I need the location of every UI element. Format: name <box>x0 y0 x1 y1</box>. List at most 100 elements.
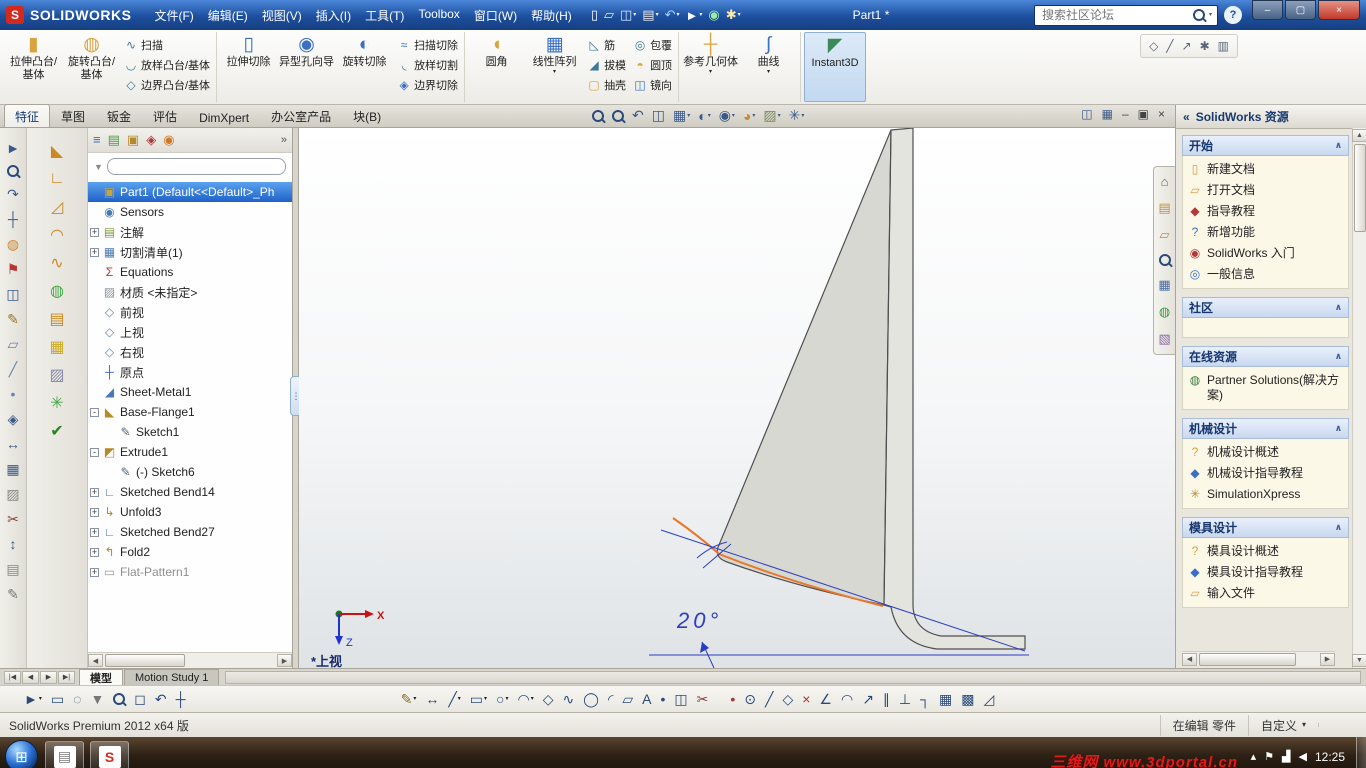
circle-icon[interactable]: ○ ▾ <box>496 691 508 707</box>
hem-icon[interactable]: ◠ <box>45 224 69 245</box>
print-icon[interactable]: ▤ ▾ <box>642 7 658 23</box>
clock[interactable]: 12:25 <box>1315 750 1345 764</box>
scrollbar-thumb[interactable] <box>1199 652 1296 666</box>
point-icon[interactable]: • <box>660 691 665 707</box>
scroll-up-icon[interactable]: ▲ <box>1352 129 1366 142</box>
prev-tab-button[interactable]: ◀ <box>22 670 39 684</box>
tree-expand-toggle[interactable]: + <box>90 507 99 517</box>
section-view-icon[interactable]: ◫ <box>652 107 665 124</box>
rotate-view-icon[interactable]: ↷ <box>7 186 19 202</box>
shell-button[interactable]: ▢ 抽壳 <box>584 75 629 94</box>
configurationmanager-tab-icon[interactable]: ▣ <box>127 132 139 148</box>
model-tab[interactable]: 模型 <box>79 669 123 685</box>
resize-grip[interactable] <box>1318 723 1357 727</box>
mirror-button[interactable]: ◫ 镜向 <box>630 75 675 94</box>
design-library-tab-icon[interactable]: ▤ <box>1158 200 1170 216</box>
scrollbar-thumb[interactable] <box>1353 144 1366 232</box>
reference-geometry-button[interactable]: ┼ 参考几何体 ▾ <box>682 32 739 102</box>
lofted-bend-icon[interactable]: ◍ <box>45 280 69 301</box>
snap-tangent-icon[interactable]: ↗ <box>1182 39 1192 53</box>
collapse-section-icon[interactable]: ∧ <box>1335 423 1342 434</box>
rip-icon[interactable]: ▤ <box>45 308 69 329</box>
selection-filter-icon[interactable]: ▼ <box>90 691 104 707</box>
tabs-overflow-icon[interactable]: » <box>281 134 287 146</box>
undo-icon[interactable]: ↶ ▾ <box>665 7 680 23</box>
pan-icon[interactable]: ┼ <box>176 691 186 707</box>
mold-design-tutorial-link[interactable]: ◆ 模具设计指导教程 <box>1185 562 1346 583</box>
tree-horizontal-scrollbar[interactable]: ◀ ▶ <box>88 652 292 668</box>
box-select-icon[interactable]: ▭ <box>51 691 64 708</box>
tree-item-right-plane[interactable]: ◇ 右视 <box>88 342 292 362</box>
tree-item-material[interactable]: ▨ 材质 <未指定> <box>88 282 292 302</box>
point-icon[interactable]: • <box>11 386 16 402</box>
arc-snap-icon[interactable]: ◠ <box>841 691 853 708</box>
doc-restore-icon[interactable]: ▣ <box>1138 107 1149 121</box>
extrude-boss-button[interactable]: ▮ 拉伸凸台/基体 <box>5 32 62 102</box>
point-snap-icon[interactable]: • <box>730 691 735 707</box>
viewport-split-icon[interactable]: ◫ <box>1081 107 1092 121</box>
tree-item-base-flange[interactable]: - ◣ Base-Flange1 <box>88 402 292 422</box>
vent-icon[interactable]: ✳ <box>45 392 69 413</box>
machine-design-overview-link[interactable]: ? 机械设计概述 <box>1185 442 1346 463</box>
sketch-icon[interactable]: ✎ ▾ <box>401 691 417 708</box>
miter-flange-icon[interactable]: ◿ <box>45 196 69 217</box>
tree-item-annotations[interactable]: + ▤ 注解 <box>88 222 292 242</box>
tab-blocks[interactable]: 块(B) <box>342 104 392 127</box>
maximize-button[interactable]: ▢ <box>1285 0 1316 20</box>
extrude-cut-button[interactable]: ▯ 拉伸切除 <box>220 32 277 102</box>
boundary-boss-button[interactable]: ◇ 边界凸台/基体 <box>121 75 213 94</box>
linear-pattern-button[interactable]: ▦ 线性阵列 ▾ <box>526 32 583 102</box>
ellipse-icon[interactable]: ◯ <box>583 691 599 708</box>
spline-icon[interactable]: ∿ <box>563 691 575 708</box>
tutorials-link[interactable]: ◆ 指导教程 <box>1185 201 1346 222</box>
part-flange-and-base[interactable] <box>883 128 1026 650</box>
taskbar-app-solidworks[interactable]: S <box>90 740 129 768</box>
loft-boss-button[interactable]: ◡ 放样凸台/基体 <box>121 55 213 74</box>
simulationxpress-link[interactable]: ✳ SimulationXpress <box>1185 484 1346 505</box>
dimxpertmanager-tab-icon[interactable]: ◈ <box>146 132 156 148</box>
appearance-icon[interactable]: ◍ <box>7 236 19 252</box>
tree-item-sensors[interactable]: ◉ Sensors <box>88 202 292 222</box>
curves-button[interactable]: ∫ 曲线 ▾ <box>740 32 797 102</box>
move-icon[interactable]: ↕ <box>10 536 17 552</box>
save-icon[interactable]: ◫ ▾ <box>620 7 636 23</box>
closed-corner-icon[interactable]: ▦ <box>45 336 69 357</box>
task-pane-vertical-scrollbar[interactable]: ▲ ▼ <box>1352 128 1366 668</box>
tray-volume-icon[interactable]: ◀ <box>1299 750 1307 763</box>
tree-item-front-plane[interactable]: ◇ 前视 <box>88 302 292 322</box>
rib-button[interactable]: ◺ 筋 <box>584 35 629 54</box>
mate-icon[interactable]: ◈ <box>8 411 19 427</box>
mass-properties-icon[interactable]: ▦ <box>6 461 19 477</box>
dome-button[interactable]: ◓ 圆顶 <box>630 55 675 74</box>
collapse-section-icon[interactable]: ∧ <box>1335 351 1342 362</box>
plane-icon[interactable]: ▱ <box>622 691 633 708</box>
zoom-area-icon[interactable] <box>612 109 624 122</box>
view-palette-tab-icon[interactable]: ▦ <box>1158 277 1170 293</box>
material-icon[interactable]: ▨ <box>6 486 19 502</box>
zoom-area-icon[interactable]: ◻ <box>134 691 146 708</box>
tree-item-flat-pattern[interactable]: + ▭ Flat-Pattern1 <box>88 562 292 582</box>
tree-item-cutlist[interactable]: + ▦ 切割清单(1) <box>88 242 292 262</box>
collapse-section-icon[interactable]: ∧ <box>1335 140 1342 151</box>
select-tool-icon[interactable]: ► ▾ <box>24 691 42 707</box>
machine-design-tutorial-link[interactable]: ◆ 机械设计指导教程 <box>1185 463 1346 484</box>
pattern-snap-icon[interactable]: ▩ <box>961 691 974 708</box>
tangent-snap-icon[interactable]: ↗ <box>862 691 874 708</box>
featuremanager-tab-icon[interactable]: ≡ <box>93 132 101 148</box>
tab-evaluate[interactable]: 评估 <box>142 104 188 127</box>
tree-item-sketched-bend14[interactable]: + ∟ Sketched Bend14 <box>88 482 292 502</box>
tree-expand-toggle[interactable]: + <box>90 527 99 537</box>
polygon-icon[interactable]: ◇ <box>543 691 554 708</box>
grid-snap-icon[interactable]: ▦ <box>939 691 952 708</box>
center-snap-icon[interactable]: ⊙ <box>744 691 756 708</box>
close-button[interactable]: × <box>1318 0 1360 20</box>
text-icon[interactable]: A <box>642 691 651 707</box>
start-button[interactable]: ⊞ <box>5 740 38 768</box>
section-view-icon[interactable]: ◫ <box>6 286 19 302</box>
search-icon[interactable] <box>1192 9 1205 21</box>
doc-close-icon[interactable]: × <box>1158 107 1165 121</box>
section-mold-header[interactable]: 模具设计 ∧ <box>1182 517 1349 538</box>
snap-settings-icon[interactable]: ▥ <box>1218 39 1229 53</box>
menu-tools[interactable]: 工具(T) <box>358 4 411 27</box>
task-pane-horizontal-scrollbar[interactable]: ◀ ▶ <box>1182 651 1335 666</box>
